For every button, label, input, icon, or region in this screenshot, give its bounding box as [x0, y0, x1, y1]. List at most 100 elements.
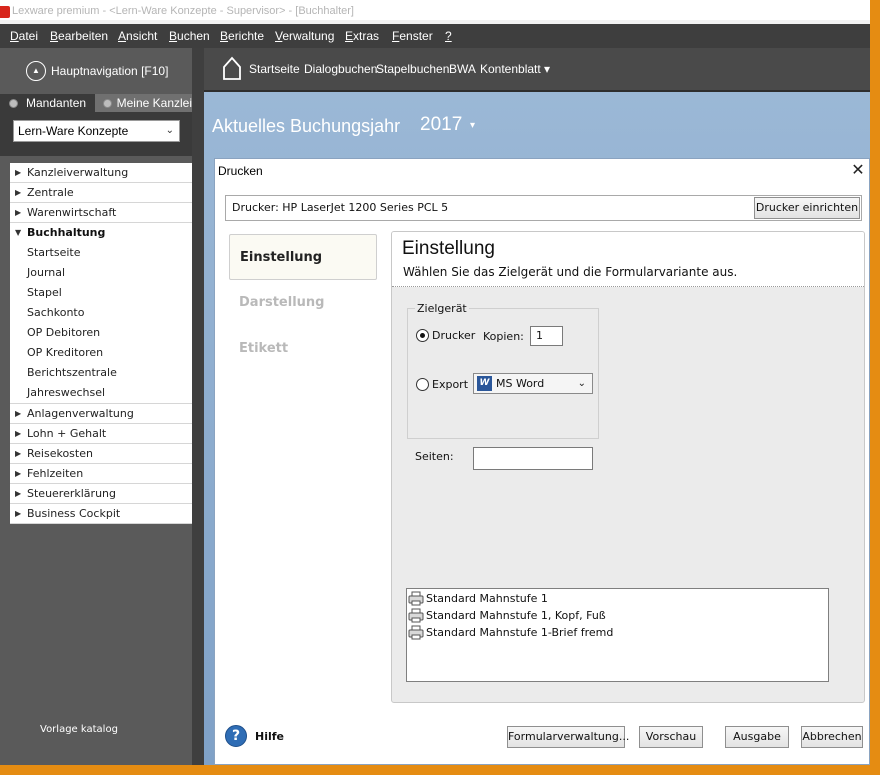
sidebar: ▲ Hauptnavigation [F10] Mandanten Meine … — [0, 48, 192, 765]
tree-sub-journal[interactable]: Journal — [10, 263, 192, 283]
settings-header: Einstellung Wählen Sie das Zielgerät und… — [392, 232, 864, 287]
dialog-nav-darstellung[interactable]: Darstellung — [229, 280, 379, 326]
menu-ansicht[interactable]: Ansicht — [118, 24, 157, 48]
dialog-nav-etikett[interactable]: Etikett — [229, 326, 379, 372]
tree-item-steuererklaerung[interactable]: ▶ Steuererklärung — [10, 484, 192, 504]
tree-sub-op-kreditoren[interactable]: OP Kreditoren — [10, 343, 192, 363]
tree-sub-op-debitoren[interactable]: OP Debitoren — [10, 323, 192, 343]
home-icon[interactable] — [222, 55, 242, 81]
arrow-up-circle-icon: ▲ — [26, 61, 46, 81]
client-select[interactable]: Lern-Ware Konzepte ⌄ — [13, 120, 180, 142]
tab-mandanten[interactable]: Mandanten — [0, 94, 95, 112]
tree-item-reisekosten[interactable]: ▶ Reisekosten — [10, 444, 192, 464]
buchhaltung-subitems: Startseite Journal Stapel Sachkonto OP D… — [10, 243, 192, 404]
chevron-down-icon: ⌄ — [165, 125, 174, 136]
help-label[interactable]: Hilfe — [255, 730, 284, 743]
printer-bar: Drucker: HP LaserJet 1200 Series PCL 5 D… — [225, 195, 862, 221]
radio-unselected-icon — [416, 378, 429, 391]
menu-bar: Datei Bearbeiten Ansicht Buchen Berichte… — [0, 24, 870, 48]
radio-dot-icon — [103, 98, 112, 108]
chevron-down-icon[interactable]: ▾ — [470, 120, 475, 131]
tree-item-kanzleiverwaltung[interactable]: ▶ Kanzleiverwaltung — [10, 163, 192, 183]
caret-right-icon: ▶ — [15, 509, 22, 518]
list-item[interactable]: Standard Mahnstufe 1-Brief fremd — [407, 624, 828, 641]
menu-extras[interactable]: Extras — [345, 24, 379, 48]
lexware-app-icon — [0, 6, 10, 18]
menu-fenster[interactable]: Fenster — [392, 24, 433, 48]
tree-sub-berichtszentrale[interactable]: Berichtszentrale — [10, 363, 192, 383]
caret-right-icon: ▶ — [15, 208, 22, 217]
copies-input[interactable]: 1 — [530, 326, 563, 346]
dialog-navigation: Einstellung Darstellung Etikett — [229, 234, 379, 372]
booking-year-select[interactable]: 2017 — [420, 114, 462, 136]
title-bar: Lexware premium - <Lern-Ware Konzepte - … — [0, 0, 870, 22]
menu-datei[interactable]: Datei — [10, 24, 38, 48]
tree-item-zentrale[interactable]: ▶ Zentrale — [10, 183, 192, 203]
radio-printer[interactable]: Drucker — [416, 329, 475, 342]
pages-input[interactable] — [473, 447, 593, 470]
nav-bwa[interactable]: BWA — [449, 62, 476, 76]
printer-icon — [408, 608, 424, 623]
output-button[interactable]: Ausgabe — [725, 726, 789, 748]
caret-down-icon: ▼ — [15, 228, 22, 237]
caret-right-icon: ▶ — [15, 429, 22, 438]
tree-item-fehlzeiten[interactable]: ▶ Fehlzeiten — [10, 464, 192, 484]
close-icon[interactable]: ✕ — [849, 161, 867, 179]
nav-dialogbuchen[interactable]: Dialogbuchen — [304, 62, 377, 76]
copies-label: Kopien: — [483, 330, 524, 343]
printer-setup-button[interactable]: Drucker einrichten — [754, 197, 860, 219]
nav-kontenblatt[interactable]: Kontenblatt ▾ — [480, 62, 550, 76]
top-navigation: Startseite Dialogbuchen Stapelbuchen BWA… — [204, 48, 870, 92]
nav-startseite[interactable]: Startseite — [249, 62, 300, 76]
tree-sub-stapel[interactable]: Stapel — [10, 283, 192, 303]
tree-item-anlagenverwaltung[interactable]: ▶ Anlagenverwaltung — [10, 404, 192, 424]
menu-bearbeiten[interactable]: Bearbeiten — [50, 24, 108, 48]
nav-stapelbuchen[interactable]: Stapelbuchen — [376, 62, 449, 76]
chevron-down-icon: ⌄ — [577, 378, 586, 389]
tree-item-business-cockpit[interactable]: ▶ Business Cockpit — [10, 504, 192, 524]
client-panel: Lern-Ware Konzepte ⌄ — [0, 112, 192, 156]
dialog-nav-einstellung[interactable]: Einstellung — [229, 234, 377, 280]
caret-right-icon: ▶ — [15, 168, 22, 177]
help-icon[interactable]: ? — [225, 725, 247, 747]
word-icon: W — [477, 376, 492, 391]
sidebar-footer-text: Vorlage katalog — [40, 724, 118, 735]
radio-dot-icon — [9, 98, 18, 108]
settings-panel: Einstellung Wählen Sie das Zielgerät und… — [391, 231, 865, 703]
navigation-tree: ▶ Kanzleiverwaltung ▶ Zentrale ▶ Warenwirts… — [10, 163, 192, 524]
tree-sub-jahreswechsel[interactable]: Jahreswechsel — [10, 383, 192, 403]
radio-export[interactable]: Export — [416, 378, 468, 391]
application-window: Lexware premium - <Lern-Ware Konzepte - … — [0, 0, 870, 765]
caret-right-icon: ▶ — [15, 409, 22, 418]
menu-verwaltung[interactable]: Verwaltung — [275, 24, 334, 48]
dialog-title: Drucken — [218, 164, 263, 178]
menu-berichte[interactable]: Berichte — [220, 24, 264, 48]
settings-subtitle: Wählen Sie das Zielgerät und die Formula… — [403, 265, 738, 279]
tree-sub-sachkonto[interactable]: Sachkonto — [10, 303, 192, 323]
tree-item-warenwirtschaft[interactable]: ▶ Warenwirtschaft — [10, 203, 192, 223]
printer-icon — [408, 591, 424, 606]
printer-icon — [408, 625, 424, 640]
menu-help[interactable]: ? — [445, 24, 452, 48]
sidebar-header: ▲ Hauptnavigation [F10] — [0, 48, 192, 94]
caret-right-icon: ▶ — [15, 449, 22, 458]
sidebar-splitter[interactable] — [192, 48, 204, 765]
export-format-select[interactable]: W MS Word ⌄ — [473, 373, 593, 394]
tree-item-buchhaltung[interactable]: ▼ Buchhaltung — [10, 223, 192, 243]
tree-item-lohn-gehalt[interactable]: ▶ Lohn + Gehalt — [10, 424, 192, 444]
menu-buchen[interactable]: Buchen — [169, 24, 210, 48]
main-navigation-label: Hauptnavigation [F10] — [51, 64, 169, 78]
caret-right-icon: ▶ — [15, 469, 22, 478]
list-item[interactable]: Standard Mahnstufe 1, Kopf, Fuß — [407, 607, 828, 624]
form-management-button[interactable]: Formularverwaltung... — [507, 726, 629, 748]
cancel-button[interactable]: Abbrechen — [801, 726, 863, 748]
tree-sub-startseite[interactable]: Startseite — [10, 243, 192, 263]
preview-button[interactable]: Vorschau — [639, 726, 703, 748]
tab-meine-kanzlei[interactable]: Meine Kanzlei — [95, 94, 192, 112]
main-navigation-button[interactable]: ▲ Hauptnavigation [F10] — [26, 59, 168, 83]
radio-selected-icon — [416, 329, 429, 342]
form-variant-list: Standard Mahnstufe 1 Standard Mahnstufe … — [406, 588, 829, 682]
target-device-group: Zielgerät Drucker Kopien: 1 Export W MS … — [407, 302, 599, 439]
list-item[interactable]: Standard Mahnstufe 1 — [407, 590, 828, 607]
booking-year-label: Aktuelles Buchungsjahr — [212, 116, 401, 136]
